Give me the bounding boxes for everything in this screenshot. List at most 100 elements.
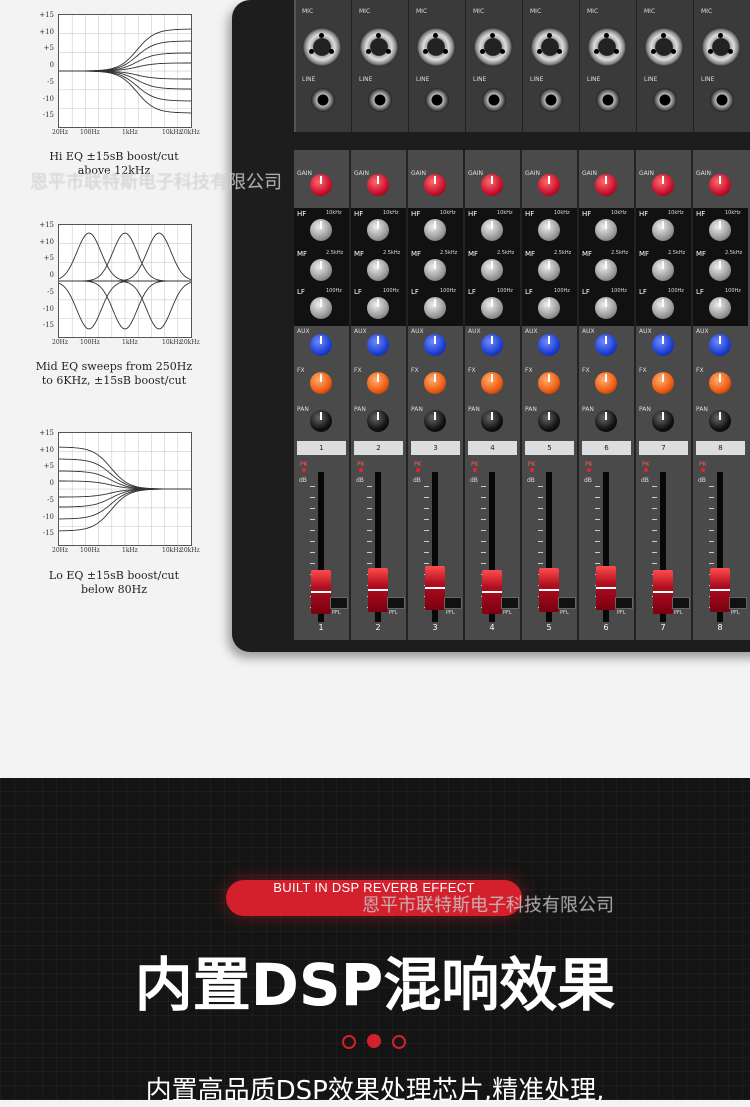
mf-knob-ch3[interactable] [424,259,446,281]
mf-knob-ch6[interactable] [595,259,617,281]
pan-knob-ch5[interactable] [538,410,560,432]
scale-tick [481,508,486,509]
fader-ch7[interactable] [653,570,673,614]
gain-knob-ch6[interactable] [595,174,617,196]
aux-knob-ch1[interactable] [310,334,332,356]
fader-ch8[interactable] [710,568,730,612]
fx-knob-ch5[interactable] [538,372,560,394]
aux-knob-ch3[interactable] [424,334,446,356]
fader-ch6[interactable] [596,566,616,610]
xlr-jack-ch2[interactable] [359,27,399,67]
lf-knob-ch2[interactable] [367,297,389,319]
pagination-dot-active[interactable] [367,1034,381,1048]
xlr-jack-ch4[interactable] [473,27,513,67]
pfl-button-ch6[interactable] [615,597,633,609]
lf-knob-ch1[interactable] [310,297,332,319]
mic-label: MIC [359,8,371,15]
fx-knob-ch1[interactable] [310,372,332,394]
mf-knob-ch8[interactable] [709,259,731,281]
xlr-jack-ch1[interactable] [302,27,342,67]
aux-knob-ch4[interactable] [481,334,503,356]
scale-tick [709,530,714,531]
pfl-button-ch7[interactable] [672,597,690,609]
xlr-jack-ch7[interactable] [644,27,684,67]
pan-knob-ch7[interactable] [652,410,674,432]
gain-knob-ch3[interactable] [424,174,446,196]
gain-knob-ch7[interactable] [652,174,674,196]
gain-knob-ch5[interactable] [538,174,560,196]
hf-knob-ch8[interactable] [709,219,731,241]
eq-x-tick: 20Hz [52,547,69,554]
lf-knob-ch8[interactable] [709,297,731,319]
line-jack-ch2[interactable] [368,88,392,112]
lf-knob-ch7[interactable] [652,297,674,319]
pagination-dot[interactable] [342,1035,356,1049]
line-jack-ch5[interactable] [539,88,563,112]
mf-knob-ch5[interactable] [538,259,560,281]
pan-knob-ch2[interactable] [367,410,389,432]
fader-ch2[interactable] [368,568,388,612]
fx-knob-ch8[interactable] [709,372,731,394]
hf-knob-ch7[interactable] [652,219,674,241]
mf-knob-ch7[interactable] [652,259,674,281]
gain-knob-ch8[interactable] [709,174,731,196]
aux-knob-ch7[interactable] [652,334,674,356]
eq-x-tick: 1kHz [122,547,138,554]
fader-ch4[interactable] [482,570,502,614]
hf-knob-ch3[interactable] [424,219,446,241]
mf-knob-ch2[interactable] [367,259,389,281]
line-jack-ch3[interactable] [425,88,449,112]
xlr-jack-ch8[interactable] [701,27,741,67]
fader-ch5[interactable] [539,568,559,612]
scale-tick [652,508,657,509]
lf-knob-ch4[interactable] [481,297,503,319]
pfl-button-ch4[interactable] [501,597,519,609]
line-jack-ch4[interactable] [482,88,506,112]
gain-knob-ch1[interactable] [310,174,332,196]
xlr-jack-ch5[interactable] [530,27,570,67]
aux-knob-ch6[interactable] [595,334,617,356]
line-jack-ch8[interactable] [710,88,734,112]
lf-knob-ch5[interactable] [538,297,560,319]
eq-x-tick: 20kHz [180,339,200,346]
line-jack-ch6[interactable] [596,88,620,112]
hf-knob-ch5[interactable] [538,219,560,241]
lf-knob-ch6[interactable] [595,297,617,319]
hf-knob-ch2[interactable] [367,219,389,241]
xlr-jack-ch3[interactable] [416,27,456,67]
pan-knob-ch4[interactable] [481,410,503,432]
fx-knob-ch6[interactable] [595,372,617,394]
hf-knob-ch6[interactable] [595,219,617,241]
fader-ch3[interactable] [425,566,445,610]
hf-knob-ch1[interactable] [310,219,332,241]
pan-knob-ch6[interactable] [595,410,617,432]
aux-knob-ch5[interactable] [538,334,560,356]
pfl-button-ch8[interactable] [729,597,747,609]
gain-knob-ch4[interactable] [481,174,503,196]
gain-knob-ch2[interactable] [367,174,389,196]
pfl-button-ch1[interactable] [330,597,348,609]
aux-knob-ch2[interactable] [367,334,389,356]
pfl-button-ch3[interactable] [444,597,462,609]
pfl-button-ch5[interactable] [558,597,576,609]
mf-knob-ch4[interactable] [481,259,503,281]
fx-knob-ch2[interactable] [367,372,389,394]
pan-knob-ch1[interactable] [310,410,332,432]
pfl-button-ch2[interactable] [387,597,405,609]
aux-knob-ch8[interactable] [709,334,731,356]
fx-knob-ch7[interactable] [652,372,674,394]
mic-label: MIC [473,8,485,15]
mf-knob-ch1[interactable] [310,259,332,281]
hf-knob-ch4[interactable] [481,219,503,241]
pan-knob-ch8[interactable] [709,410,731,432]
fx-knob-ch3[interactable] [424,372,446,394]
fx-knob-ch4[interactable] [481,372,503,394]
fader-ch1[interactable] [311,570,331,614]
lf-knob-ch3[interactable] [424,297,446,319]
xlr-jack-ch6[interactable] [587,27,627,67]
pagination-dot[interactable] [392,1035,406,1049]
line-jack-ch1[interactable] [311,88,335,112]
lf-label: LF [468,288,476,296]
pan-knob-ch3[interactable] [424,410,446,432]
line-jack-ch7[interactable] [653,88,677,112]
